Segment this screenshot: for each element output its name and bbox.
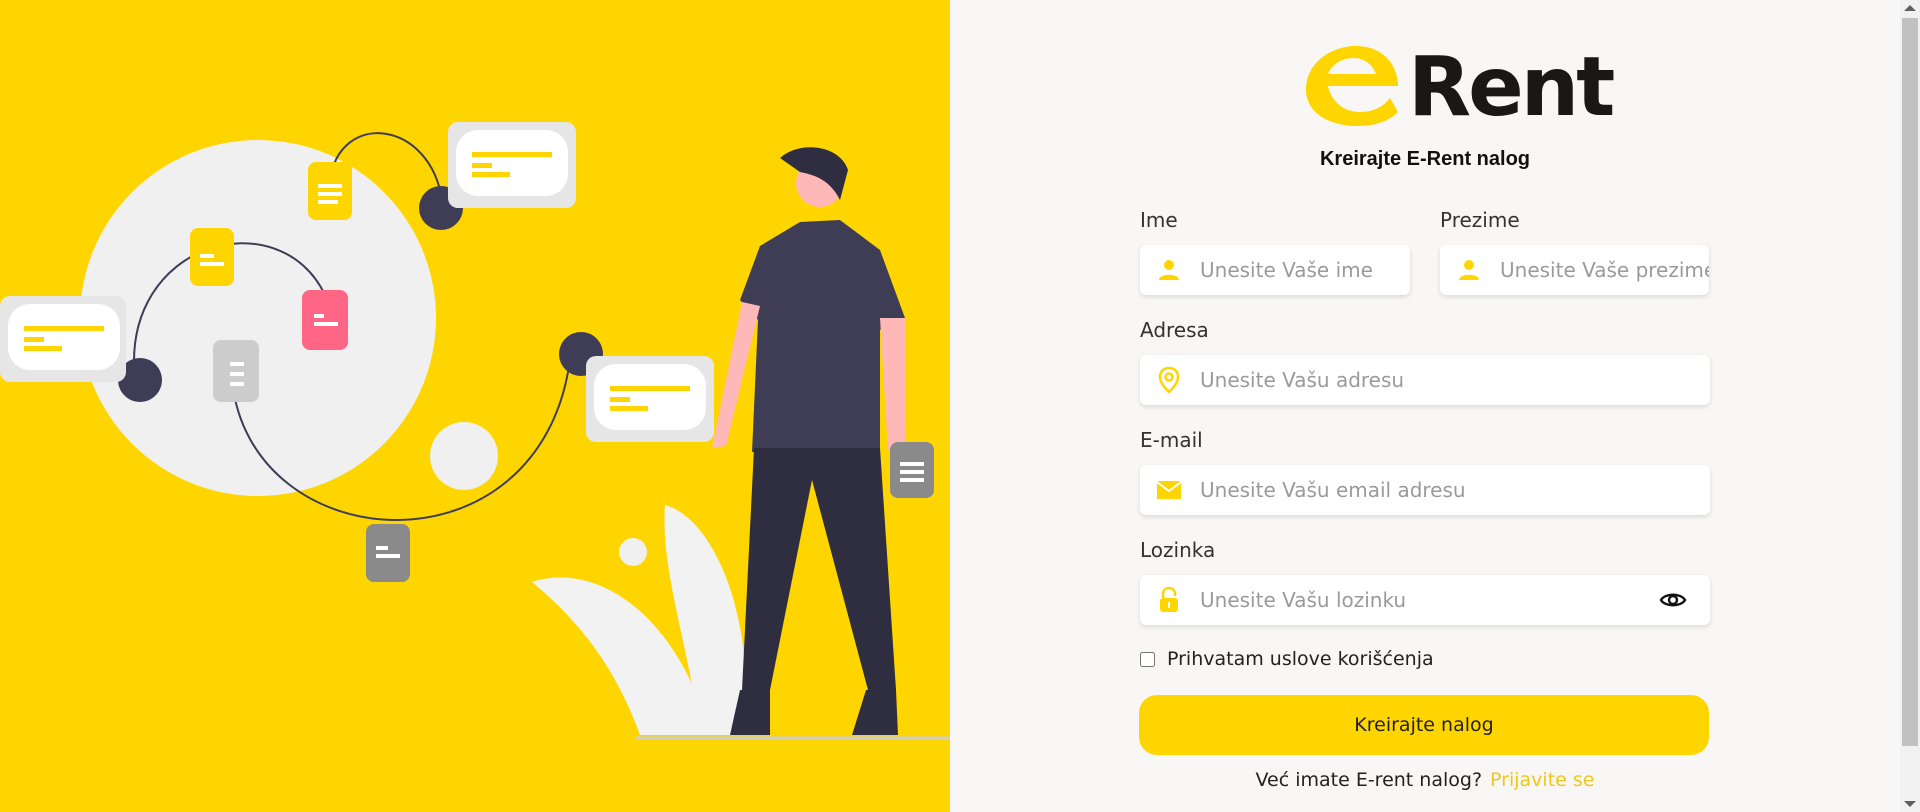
illustration bbox=[0, 122, 950, 740]
login-prompt-row: Već imate E-rent nalog? Prijavite se bbox=[950, 769, 1900, 791]
login-link[interactable]: Prijavite se bbox=[1490, 769, 1594, 791]
password-label: Lozinka bbox=[1140, 538, 1216, 562]
show-password-eye-icon[interactable] bbox=[1658, 585, 1688, 615]
password-field[interactable] bbox=[1140, 575, 1710, 625]
terms-checkbox-row[interactable]: Prihvatam uslove korišćenja bbox=[1140, 648, 1434, 670]
first-name-label: Ime bbox=[1140, 208, 1178, 232]
terms-checkbox[interactable] bbox=[1140, 651, 1155, 667]
logo-e-mark bbox=[1306, 46, 1398, 126]
email-input[interactable] bbox=[1200, 478, 1710, 502]
address-field[interactable] bbox=[1140, 355, 1710, 405]
user-icon bbox=[1454, 255, 1484, 285]
user-icon bbox=[1154, 255, 1184, 285]
page-scrollbar[interactable] bbox=[1900, 0, 1920, 812]
logo-text: Rent bbox=[1408, 40, 1615, 135]
first-name-input[interactable] bbox=[1200, 258, 1410, 282]
scroll-up-arrow-icon[interactable] bbox=[1904, 5, 1916, 11]
map-pin-icon bbox=[1154, 365, 1184, 395]
signup-panel: Rent Kreirajte E-Rent nalog Ime Prezime … bbox=[950, 0, 1900, 812]
last-name-field[interactable] bbox=[1440, 245, 1709, 295]
password-input[interactable] bbox=[1200, 588, 1658, 612]
terms-label: Prihvatam uslove korišćenja bbox=[1167, 648, 1434, 670]
last-name-label: Prezime bbox=[1440, 208, 1520, 232]
illustration-panel bbox=[0, 0, 950, 812]
envelope-icon bbox=[1154, 475, 1184, 505]
login-prompt-text: Već imate E-rent nalog? bbox=[1255, 769, 1483, 791]
lock-icon bbox=[1154, 585, 1184, 615]
page-title: Kreirajte E-Rent nalog bbox=[1319, 148, 1531, 170]
scroll-thumb[interactable] bbox=[1902, 18, 1918, 746]
address-input[interactable] bbox=[1200, 368, 1710, 392]
first-name-field[interactable] bbox=[1140, 245, 1410, 295]
erent-logo: Rent bbox=[1280, 38, 1615, 129]
address-label: Adresa bbox=[1140, 318, 1209, 342]
email-field[interactable] bbox=[1140, 465, 1710, 515]
create-account-button[interactable]: Kreirajte nalog bbox=[1139, 695, 1709, 755]
last-name-input[interactable] bbox=[1500, 258, 1709, 282]
email-label: E-mail bbox=[1140, 428, 1203, 452]
scroll-down-arrow-icon[interactable] bbox=[1904, 801, 1916, 807]
